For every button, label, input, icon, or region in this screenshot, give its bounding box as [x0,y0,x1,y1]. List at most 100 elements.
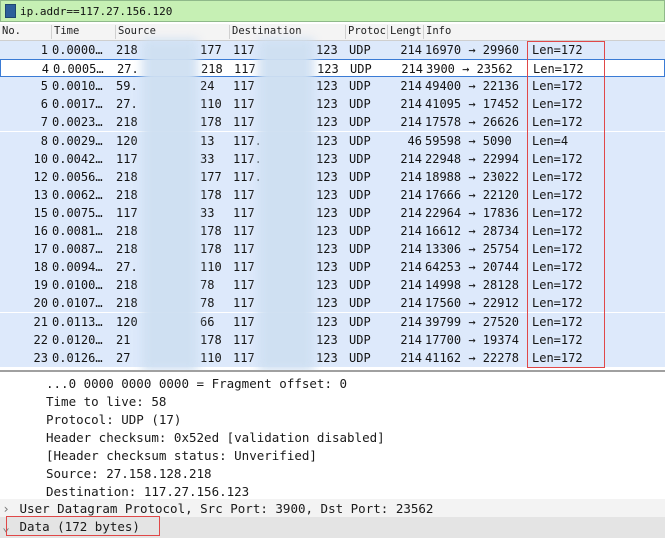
packet-length: 214 [400,350,422,365]
packet-time: 0.0081… [52,224,103,238]
packet-source-prefix: 59. [116,79,138,94]
packet-protocol: UDP [349,278,371,293]
packet-source-prefix: 27. [116,260,138,275]
packet-destination-prefix: 117 [234,62,256,77]
packet-length: 214 [400,260,422,275]
packet-length: 214 [400,187,422,202]
packet-source-suffix: 33 [200,151,215,166]
packet-number: 6 [40,97,48,112]
chevron-right-icon[interactable]: › [0,501,12,516]
packet-info: 64253 → 20744 [425,260,519,275]
packet-number: 8 [40,133,48,148]
packet-destination-suffix: 123 [316,296,338,311]
column-info[interactable]: Info [424,25,665,39]
column-source[interactable]: Source [116,25,230,39]
packet-source-prefix: 218 [116,296,138,311]
packet-time: 0.0120… [52,332,103,347]
display-filter-bar[interactable]: ip.addr==117.27.156.120 [0,0,665,22]
packet-protocol: UDP [350,62,372,77]
packet-length: 214 [400,115,422,130]
packet-source-prefix: 27. [117,62,139,77]
detail-fragment-offset[interactable]: ...0 0000 0000 0000 = Fragment offset: 0 [46,376,347,391]
column-protocol[interactable]: Protoc [346,25,388,39]
packet-source-suffix: 177 [200,43,222,57]
packet-source-prefix: 218 [116,278,138,293]
packet-time: 0.0075… [52,205,103,220]
packet-source-suffix: 13 [200,133,215,148]
packet-protocol: UDP [349,187,371,202]
packet-length: 214 [400,97,422,112]
packet-protocol: UDP [349,242,371,257]
packet-length: 214 [400,242,422,257]
bookmark-icon[interactable] [5,4,16,18]
packet-protocol: UDP [349,350,371,365]
detail-checksum-status[interactable]: [Header checksum status: Unverified] [46,448,317,463]
packet-time: 0.0017… [52,97,103,112]
packet-source-suffix: 24 [200,79,215,94]
packet-destination-prefix: 117 [233,79,255,94]
column-time[interactable]: Time [52,25,116,39]
packet-destination-suffix: 123 [316,278,338,293]
packet-destination-suffix: 123 [316,314,338,329]
packet-destination-suffix: 123 [316,97,338,112]
packet-number: 19 [33,278,48,293]
packet-destination-suffix: 123 [316,169,338,184]
packet-info: 22964 → 17836 [425,205,519,220]
detail-source[interactable]: Source: 27.158.128.218 [46,466,212,481]
packet-source-suffix: 218 [201,62,223,77]
packet-source-suffix: 178 [200,242,222,257]
packet-number: 12 [33,169,48,184]
column-no[interactable]: No. [0,25,52,39]
packet-length: 214 [400,296,422,311]
packet-length: 214 [400,169,422,184]
detail-ttl[interactable]: Time to live: 58 [46,394,166,409]
detail-header-checksum[interactable]: Header checksum: 0x52ed [validation disa… [46,430,385,445]
packet-destination-suffix: 123 [316,151,338,166]
packet-time: 0.0062… [52,187,103,202]
packet-info: 59598 → 5090 [425,133,512,148]
packet-destination-suffix: 123 [316,79,338,94]
packet-source-prefix: 218 [116,169,138,184]
packet-protocol: UDP [349,314,371,329]
detail-protocol[interactable]: Protocol: UDP (17) [46,412,181,427]
packet-destination-suffix: 123 [316,242,338,257]
packet-source-prefix: 27. [116,97,138,112]
packet-destination-prefix: 117 [233,115,255,130]
column-length[interactable]: Lengt [388,25,424,39]
packet-protocol: UDP [349,224,371,238]
packet-length: 214 [400,79,422,94]
packet-length: 214 [400,332,422,347]
packet-info: 39799 → 27520 [425,314,519,329]
packet-number: 16 [33,224,48,238]
packet-destination-suffix: 123 [316,133,338,148]
packet-source-prefix: 120 [116,314,138,329]
packet-info: 3900 → 23562 [426,62,513,77]
packet-info: 22948 → 22994 [425,151,519,166]
detail-destination[interactable]: Destination: 117.27.156.123 [46,484,249,499]
source-blur-mask [142,39,198,371]
packet-info: 17560 → 22912 [425,296,519,311]
packet-destination-prefix: 117 [233,43,255,57]
packet-info: 16970 → 29960 [425,43,519,57]
packet-details-pane[interactable]: ...0 0000 0000 0000 = Fragment offset: 0… [0,372,665,538]
packet-number: 20 [33,296,48,311]
packet-source-suffix: 178 [200,187,222,202]
packet-protocol: UDP [349,97,371,112]
packet-destination-prefix: 117 [233,242,255,257]
udp-tree-label: User Datagram Protocol, Src Port: 3900, … [19,501,434,516]
packet-protocol: UDP [349,151,371,166]
packet-protocol: UDP [349,260,371,275]
packet-time: 0.0000… [52,43,103,57]
packet-source-prefix: 117 [116,151,138,166]
packet-source-suffix: 178 [200,115,222,130]
packet-info: 13306 → 25754 [425,242,519,257]
packet-number: 10 [33,151,48,166]
packet-time: 0.0100… [52,278,103,293]
packet-destination-suffix: 123 [317,62,339,77]
packet-number: 4 [41,62,49,77]
packet-list[interactable]: 1 0.0000… 218 177 117 123 UDP 214 16970 → 29960 L… [0,39,665,371]
packet-source-suffix: 78 [200,278,215,293]
packet-time: 0.0126… [52,350,103,365]
packet-number: 13 [33,187,48,202]
column-destination[interactable]: Destination [230,25,346,39]
